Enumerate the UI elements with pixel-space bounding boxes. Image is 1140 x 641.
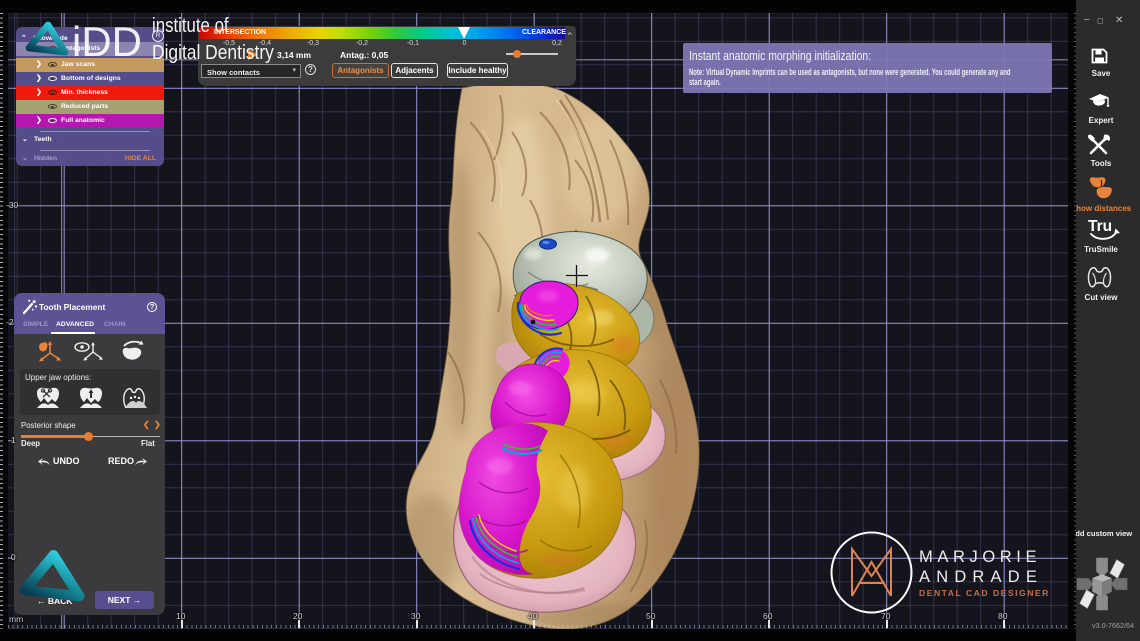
svg-text:Tru: Tru	[1088, 218, 1112, 235]
